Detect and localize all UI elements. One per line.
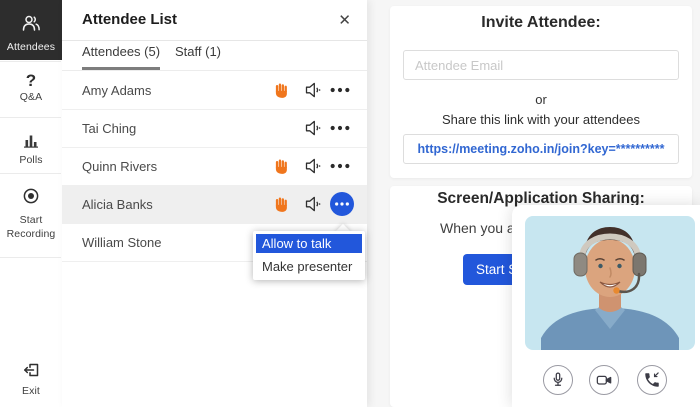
more-options-icon[interactable] xyxy=(329,86,351,94)
panel-title: Attendee List xyxy=(82,11,178,28)
raised-hand-icon xyxy=(275,197,287,212)
attendee-row[interactable]: Quinn Rivers xyxy=(62,147,367,186)
tab-attendees[interactable]: Attendees (5) xyxy=(82,40,161,70)
attendee-name: Amy Adams xyxy=(82,83,152,98)
sidebar-item-label: Attendees xyxy=(6,41,56,53)
attendee-row-selected[interactable]: Alicia Banks xyxy=(62,185,367,224)
sidebar-item-label: Polls xyxy=(19,154,43,166)
or-label: or xyxy=(535,92,547,107)
speaker-icon[interactable] xyxy=(304,195,324,213)
presenter-video-image xyxy=(525,216,695,350)
attendee-list-panel: Attendee List ✕ Attendees (5) Staff (1) … xyxy=(62,0,367,407)
attendee-context-menu: Allow to talk Make presenter xyxy=(253,231,365,280)
menu-item-make-presenter[interactable]: Make presenter xyxy=(253,256,365,277)
share-link-box: https://meeting.zoho.in/join?key=*******… xyxy=(403,134,679,164)
attendees-icon xyxy=(22,15,40,31)
panel-header: Attendee List ✕ xyxy=(62,0,367,41)
camera-icon[interactable] xyxy=(589,365,619,395)
tab-staff[interactable]: Staff (1) xyxy=(175,40,221,67)
sidebar-item-label: Exit xyxy=(22,385,40,397)
speaker-icon[interactable] xyxy=(304,81,324,99)
sidebar-item-polls[interactable]: Polls xyxy=(0,118,62,172)
webcam-video-thumbnail xyxy=(525,216,695,350)
sidebar-item-qa[interactable]: ? Q&A xyxy=(0,62,62,117)
attendee-name: Tai Ching xyxy=(82,121,137,136)
question-mark-icon: ? xyxy=(25,71,37,90)
attendee-name: William Stone xyxy=(82,235,162,250)
more-options-dots xyxy=(335,202,349,206)
sidebar-item-exit[interactable]: Exit xyxy=(0,356,62,406)
attendee-name: Alicia Banks xyxy=(82,197,153,212)
microphone-icon[interactable] xyxy=(543,365,573,395)
sidebar: Attendees ? Q&A Polls Start Recording Ex… xyxy=(0,0,63,407)
attendee-row[interactable]: Tai Ching xyxy=(62,109,367,148)
sidebar-item-start-recording[interactable]: Start Recording xyxy=(0,174,62,256)
exit-icon xyxy=(24,363,39,377)
speaker-icon[interactable] xyxy=(304,119,324,137)
speaker-icon[interactable] xyxy=(304,157,324,175)
attendee-name: Quinn Rivers xyxy=(82,159,158,174)
sidebar-item-attendees[interactable]: Attendees xyxy=(0,0,62,60)
sidebar-divider xyxy=(0,257,61,258)
raised-hand-icon xyxy=(275,159,287,174)
attendee-tabs: Attendees (5) Staff (1) xyxy=(62,40,367,71)
invite-heading: Invite Attendee: xyxy=(481,14,601,31)
sidebar-item-label: Start Recording xyxy=(6,214,56,241)
attendee-email-input[interactable] xyxy=(403,50,679,80)
more-options-icon[interactable] xyxy=(329,124,351,132)
share-link-label: Share this link with your attendees xyxy=(442,112,640,127)
menu-item-allow-to-talk[interactable]: Allow to talk xyxy=(256,234,362,253)
raised-hand-icon xyxy=(275,83,287,98)
self-video-card xyxy=(512,205,700,407)
more-options-active-icon[interactable] xyxy=(330,192,354,216)
share-link[interactable]: https://meeting.zoho.in/join?key=*******… xyxy=(418,142,665,156)
record-icon xyxy=(23,188,39,204)
invite-attendee-card: Invite Attendee: or Share this link with… xyxy=(390,6,692,178)
call-controls xyxy=(512,365,700,399)
more-options-icon[interactable] xyxy=(329,162,351,170)
polls-icon xyxy=(24,135,38,148)
attendee-row[interactable]: Amy Adams xyxy=(62,71,367,110)
sidebar-item-label: Q&A xyxy=(19,91,43,103)
phone-icon[interactable] xyxy=(637,365,667,395)
close-icon[interactable]: ✕ xyxy=(334,9,355,31)
